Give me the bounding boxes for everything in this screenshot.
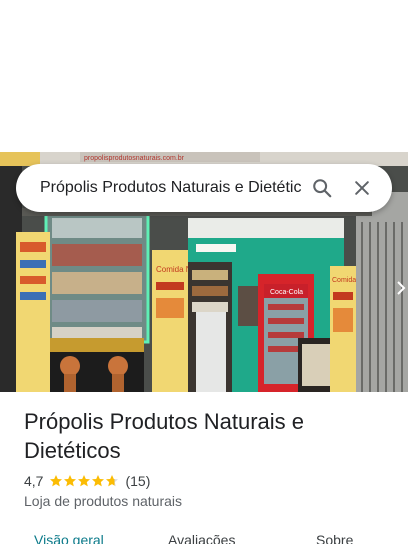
fridge-brand-text: Coca-Cola bbox=[270, 289, 303, 296]
search-bar[interactable]: Própolis Produtos Naturais e Dietéticos bbox=[16, 164, 392, 212]
close-icon bbox=[355, 181, 369, 195]
place-category[interactable]: Loja de produtos naturais bbox=[24, 493, 182, 509]
tab-reviews[interactable]: Avaliações bbox=[168, 532, 235, 544]
star-icon bbox=[92, 475, 105, 487]
tab-about[interactable]: Sobre bbox=[316, 532, 353, 544]
rating-row[interactable]: 4,7 (15) bbox=[24, 472, 150, 490]
star-icon bbox=[50, 475, 63, 487]
place-tabs: Visão geral Avaliações Sobre bbox=[0, 528, 408, 544]
map-blank-area bbox=[0, 0, 408, 152]
star-icon bbox=[106, 475, 119, 487]
star-rating bbox=[49, 474, 119, 488]
star-icon bbox=[64, 475, 77, 487]
search-icon bbox=[313, 179, 332, 198]
tab-overview[interactable]: Visão geral bbox=[34, 532, 104, 544]
search-button[interactable] bbox=[302, 168, 342, 208]
storefront-url-sign: propolisprodutosnaturais.com.br bbox=[84, 155, 185, 162]
place-title: Própolis Produtos Naturais e Dietéticos bbox=[24, 409, 305, 463]
rating-value: 4,7 bbox=[24, 473, 44, 489]
search-input[interactable]: Própolis Produtos Naturais e Dietéticos bbox=[40, 179, 302, 197]
close-button[interactable] bbox=[342, 168, 382, 208]
review-count[interactable]: (15) bbox=[125, 473, 150, 489]
star-icon bbox=[78, 475, 91, 487]
